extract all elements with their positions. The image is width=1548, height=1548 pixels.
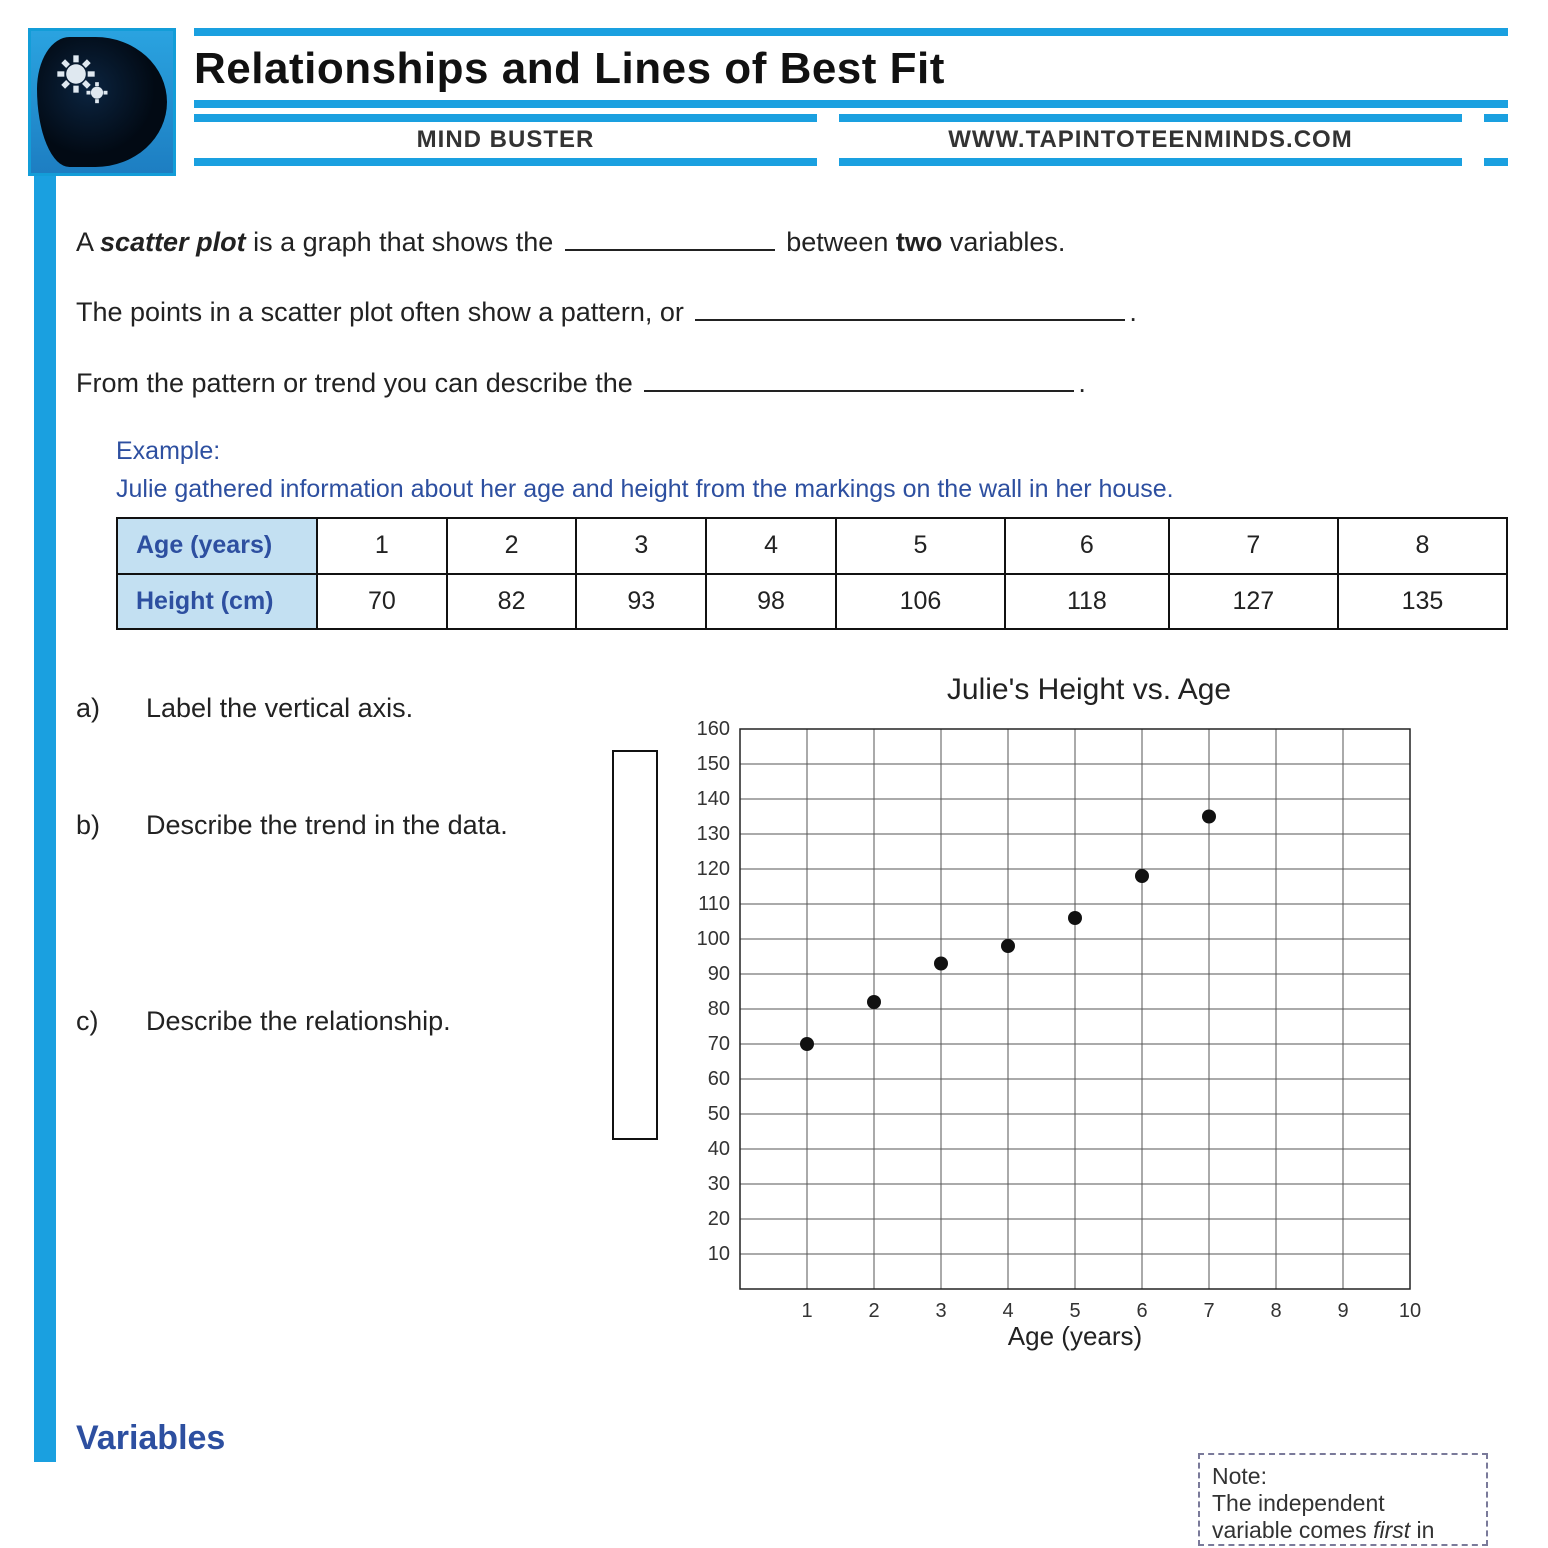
svg-text:2: 2 (868, 1300, 879, 1322)
svg-text:40: 40 (708, 1138, 730, 1160)
note-box: Note: The independent variable comes fir… (1198, 1453, 1488, 1546)
svg-text:9: 9 (1337, 1300, 1348, 1322)
svg-text:10: 10 (708, 1243, 730, 1265)
example-block: Example: Julie gathered information abou… (116, 435, 1508, 630)
svg-text:120: 120 (697, 858, 730, 880)
svg-text:90: 90 (708, 963, 730, 985)
gears-icon (55, 53, 111, 109)
intro-line-1: A scatter plot is a graph that shows the… (76, 224, 1508, 260)
row-header-age: Age (years) (117, 518, 317, 574)
svg-text:3: 3 (935, 1300, 946, 1322)
question-c: c) Describe the relationship. (76, 1003, 596, 1039)
svg-text:8: 8 (1270, 1300, 1281, 1322)
svg-text:10: 10 (1399, 1300, 1421, 1322)
svg-text:100: 100 (697, 928, 730, 950)
table-row-height: Height (cm) 70 82 93 98 106 118 127 135 (117, 574, 1507, 630)
left-accent-stripe (34, 176, 56, 1462)
svg-text:4: 4 (1002, 1300, 1013, 1322)
svg-text:140: 140 (697, 788, 730, 810)
svg-text:1: 1 (801, 1300, 812, 1322)
svg-text:7: 7 (1203, 1300, 1214, 1322)
svg-text:70: 70 (708, 1033, 730, 1055)
svg-text:160: 160 (697, 719, 730, 740)
example-text: Julie gathered information about her age… (116, 473, 1508, 507)
svg-text:5: 5 (1069, 1300, 1080, 1322)
blank-3[interactable] (644, 365, 1074, 392)
chart-title: Julie's Height vs. Age (670, 670, 1508, 711)
content: A scatter plot is a graph that shows the… (76, 176, 1508, 1462)
intro-line-3: From the pattern or trend you can descri… (76, 365, 1508, 401)
intro-line-2: The points in a scatter plot often show … (76, 294, 1508, 330)
vertical-axis-label-box[interactable] (612, 750, 658, 1140)
logo (28, 28, 176, 176)
blank-2[interactable] (695, 294, 1125, 321)
svg-text:50: 50 (708, 1103, 730, 1125)
example-label: Example: (116, 435, 1508, 469)
row-header-height: Height (cm) (117, 574, 317, 630)
question-b: b) Describe the trend in the data. (76, 807, 596, 843)
svg-text:150: 150 (697, 753, 730, 775)
subtitle-left: MIND BUSTER (194, 114, 817, 166)
svg-text:6: 6 (1136, 1300, 1147, 1322)
data-table: Age (years) 1 2 3 4 5 6 7 8 Height (cm) … (116, 517, 1508, 631)
worksheet-page: Relationships and Lines of Best Fit MIND… (0, 0, 1548, 1548)
svg-text:80: 80 (708, 998, 730, 1020)
svg-text:Age (years): Age (years) (1008, 1321, 1142, 1351)
svg-text:130: 130 (697, 823, 730, 845)
svg-text:110: 110 (698, 893, 730, 915)
svg-text:30: 30 (708, 1173, 730, 1195)
svg-text:20: 20 (708, 1208, 730, 1230)
subtitle-right: WWW.TAPINTOTEENMINDS.COM (839, 114, 1462, 166)
chart-svg: 1020304050607080901001101201301401501601… (670, 719, 1430, 1359)
questions: a) Label the vertical axis. b) Describe … (76, 670, 596, 1368)
header: Relationships and Lines of Best Fit MIND… (28, 28, 1508, 176)
blank-1[interactable] (565, 224, 775, 251)
page-title: Relationships and Lines of Best Fit (194, 28, 1508, 108)
question-a: a) Label the vertical axis. (76, 690, 596, 726)
svg-text:60: 60 (708, 1068, 730, 1090)
table-row-age: Age (years) 1 2 3 4 5 6 7 8 (117, 518, 1507, 574)
scatter-chart: Julie's Height vs. Age 10 20 30 40 50 60 70 80 9… (670, 670, 1508, 1368)
